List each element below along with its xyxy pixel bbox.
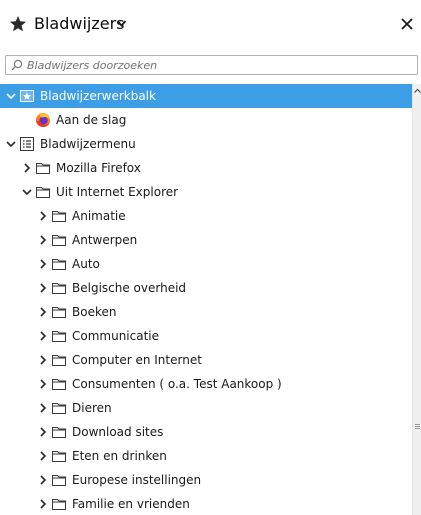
tree-folder-row[interactable]: Dieren <box>0 396 412 420</box>
tree-folder-row[interactable]: Bladwijzerwerkbalk <box>0 84 412 108</box>
search-icon <box>11 59 23 71</box>
folder-icon <box>52 379 66 390</box>
chevron-right-icon[interactable] <box>37 330 49 342</box>
folder-icon <box>36 187 50 198</box>
close-icon[interactable] <box>400 17 414 31</box>
tree-folder-row[interactable]: Download sites <box>0 420 412 444</box>
scroll-thumb[interactable] <box>414 422 420 432</box>
tree-folder-row[interactable]: Mozilla Firefox <box>0 156 412 180</box>
tree-item-label: Communicatie <box>72 329 160 343</box>
chevron-right-icon[interactable] <box>37 258 49 270</box>
firefox-icon <box>36 113 50 127</box>
bookmarks-tree: Bladwijzerwerkbalk Aan de slag Bladwijzerm… <box>0 84 412 515</box>
chevron-right-icon[interactable] <box>37 210 49 222</box>
folder-icon <box>52 475 66 486</box>
toolbar-star-icon <box>20 90 34 102</box>
tree-folder-row[interactable]: Animatie <box>0 204 412 228</box>
tree-folder-row[interactable]: Eten en drinken <box>0 444 412 468</box>
tree-folder-row[interactable]: Bladwijzermenu <box>0 132 412 156</box>
tree-item-label: Auto <box>72 257 100 271</box>
tree-folder-row[interactable]: Belgische overheid <box>0 276 412 300</box>
tree-item-label: Uit Internet Explorer <box>56 185 179 199</box>
folder-icon <box>52 259 66 270</box>
folder-icon <box>52 283 66 294</box>
tree-item-label: Dieren <box>72 401 112 415</box>
chevron-right-icon[interactable] <box>21 162 33 174</box>
search-box <box>5 55 418 75</box>
tree-folder-row[interactable]: Familie en vrienden <box>0 492 412 515</box>
chevron-right-icon[interactable] <box>37 354 49 366</box>
tree-folder-row[interactable]: Communicatie <box>0 324 412 348</box>
folder-icon <box>36 163 50 174</box>
folder-icon <box>52 307 66 318</box>
tree-item-label: Animatie <box>72 209 126 223</box>
chevron-right-icon[interactable] <box>37 474 49 486</box>
tree-item-label: Boeken <box>72 305 117 319</box>
tree-folder-row[interactable]: Auto <box>0 252 412 276</box>
bookmarks-sidebar: Bladwijzers Bladwijzerwerkbalk Aan de sla… <box>0 0 421 515</box>
search-input[interactable] <box>27 57 412 73</box>
tree-item-label: Belgische overheid <box>72 281 187 295</box>
chevron-right-icon[interactable] <box>37 282 49 294</box>
tree-folder-row[interactable]: Computer en Internet <box>0 348 412 372</box>
folder-icon <box>52 403 66 414</box>
sidebar-header: Bladwijzers <box>0 0 421 50</box>
folder-icon <box>52 427 66 438</box>
tree-item-label: Consumenten ( o.a. Test Aankoop ) <box>72 377 282 391</box>
chevron-right-icon[interactable] <box>37 378 49 390</box>
scroll-up-arrow-icon[interactable] <box>413 86 421 96</box>
tree-folder-row[interactable]: Boeken <box>0 300 412 324</box>
tree-item-label: Europese instellingen <box>72 473 202 487</box>
star-icon <box>10 16 26 32</box>
chevron-right-icon[interactable] <box>37 498 49 510</box>
tree-item-label: Familie en vrienden <box>72 497 190 511</box>
bookmark-item[interactable]: Aan de slag <box>0 108 412 132</box>
chevron-right-icon[interactable] <box>37 450 49 462</box>
chevron-right-icon[interactable] <box>37 234 49 246</box>
sidebar-title-button[interactable]: Bladwijzers <box>34 14 125 33</box>
tree-folder-row[interactable]: Uit Internet Explorer <box>0 180 412 204</box>
chevron-right-icon[interactable] <box>37 426 49 438</box>
folder-icon <box>52 235 66 246</box>
tree-item-label: Eten en drinken <box>72 449 167 463</box>
tree-item-label: Mozilla Firefox <box>56 161 141 175</box>
menu-icon <box>20 137 34 151</box>
chevron-right-icon[interactable] <box>37 306 49 318</box>
folder-icon <box>52 451 66 462</box>
chevron-right-icon[interactable] <box>37 402 49 414</box>
tree-item-label: Computer en Internet <box>72 353 202 367</box>
tree-item-label: Bladwijzermenu <box>40 137 136 151</box>
folder-icon <box>52 355 66 366</box>
tree-folder-row[interactable]: Antwerpen <box>0 228 412 252</box>
tree-folder-row[interactable]: Europese instellingen <box>0 468 412 492</box>
chevron-down-icon[interactable] <box>5 90 17 102</box>
chevron-down-icon[interactable] <box>116 19 127 28</box>
folder-icon <box>52 331 66 342</box>
folder-icon <box>52 211 66 222</box>
folder-icon <box>52 499 66 510</box>
tree-item-label: Bladwijzerwerkbalk <box>40 89 156 103</box>
chevron-down-icon[interactable] <box>5 138 17 150</box>
vertical-scrollbar[interactable] <box>412 84 421 515</box>
tree-item-label: Aan de slag <box>56 113 127 127</box>
tree-folder-row[interactable]: Consumenten ( o.a. Test Aankoop ) <box>0 372 412 396</box>
sidebar-title: Bladwijzers <box>34 14 125 33</box>
tree-item-label: Antwerpen <box>72 233 138 247</box>
tree-item-label: Download sites <box>72 425 164 439</box>
chevron-down-icon[interactable] <box>21 186 33 198</box>
